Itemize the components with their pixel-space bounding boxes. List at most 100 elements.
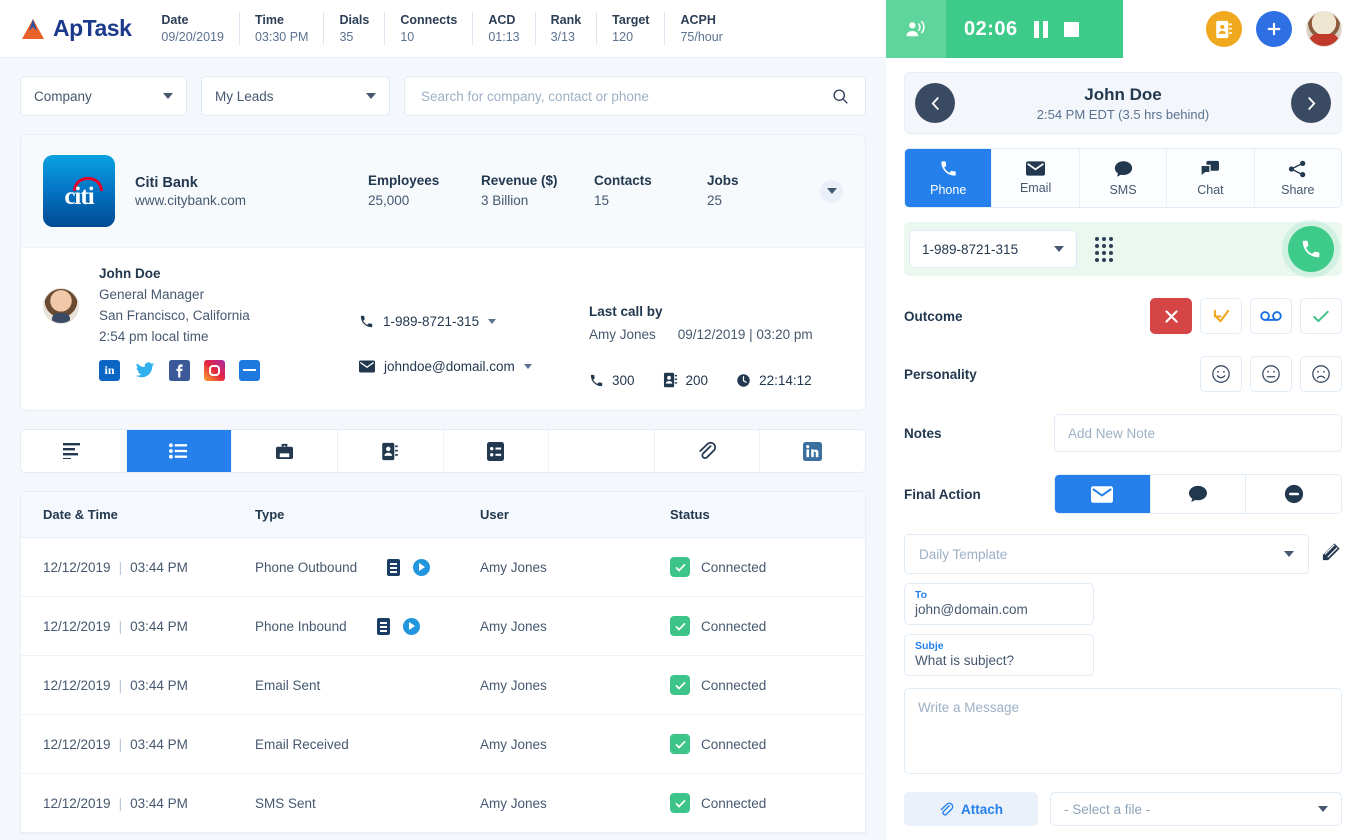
keypad-icon[interactable] [1095, 236, 1113, 262]
play-recording-icon[interactable] [413, 558, 431, 576]
add-button[interactable] [1256, 11, 1292, 47]
table-row[interactable]: 12/12/2019 | 03:44 PM Phone Outbound Amy… [21, 538, 865, 597]
cell-type: Phone Inbound [255, 617, 480, 635]
search-input[interactable]: Search for company, contact or phone [404, 76, 866, 116]
align-left-icon [63, 443, 81, 459]
outcome-connected-button[interactable] [1300, 298, 1342, 334]
tab-blank[interactable] [549, 430, 655, 472]
personality-happy-button[interactable] [1200, 356, 1242, 392]
contact-name: John Doe [99, 266, 161, 281]
tab-jobs[interactable] [232, 430, 338, 472]
facebook-icon[interactable] [169, 360, 190, 381]
stat-acd: ACD 01:13 [472, 11, 534, 46]
contact-book-icon [663, 372, 677, 388]
expand-company-button[interactable] [820, 179, 843, 203]
calls-count: 300 [612, 372, 635, 388]
notes-input[interactable]: Add New Note [1054, 414, 1342, 452]
dial-number-select[interactable]: 1-989-8721-315 [909, 230, 1077, 268]
cell-datetime: 12/12/2019 | 03:44 PM [43, 618, 188, 634]
company-select-value: Company [34, 88, 92, 104]
compose-edit-button[interactable] [1321, 541, 1342, 567]
pause-icon[interactable] [1033, 20, 1048, 38]
twitter-icon[interactable] [134, 360, 155, 381]
subject-field[interactable]: Subje What is subject? [904, 634, 1094, 676]
outcome-no-answer-button[interactable] [1150, 298, 1192, 334]
stat-value: 3/13 [550, 29, 575, 44]
transcript-document-icon[interactable] [376, 617, 390, 635]
attach-button[interactable]: Attach [904, 792, 1038, 826]
start-call-button[interactable] [1288, 226, 1334, 272]
stop-icon[interactable] [1063, 21, 1079, 37]
brand-logo[interactable]: ApTask [20, 15, 132, 42]
user-avatar[interactable] [1306, 11, 1342, 47]
cell-datetime: 12/12/2019 | 03:44 PM [43, 559, 188, 575]
cell-type-label: Phone Outbound [255, 559, 358, 575]
company-select[interactable]: Company [20, 76, 187, 116]
tab-attachments[interactable] [655, 430, 761, 472]
stat-target: Target 120 [596, 11, 664, 46]
message-textarea[interactable]: Write a Message [904, 688, 1342, 774]
personality-options [1200, 356, 1342, 392]
transcript-document-icon[interactable] [387, 558, 401, 576]
job-board-icon[interactable] [239, 360, 260, 381]
to-field[interactable]: To john@domain.com [904, 583, 1094, 625]
cell-user: Amy Jones [480, 736, 547, 752]
contact-email-row[interactable]: johndoe@domail.com [359, 359, 589, 374]
personality-sad-button[interactable] [1300, 356, 1342, 392]
stat-label: Date [161, 12, 189, 27]
contact-nav-bar: John Doe 2:54 PM EDT (3.5 hrs behind) [904, 72, 1342, 134]
company-website[interactable]: www.citybank.com [135, 193, 368, 208]
contact-channels: 1-989-8721-315 johndoe@domail.com [359, 266, 589, 388]
cell-type: Email Sent [255, 678, 480, 693]
tab-phone[interactable]: Phone [905, 149, 993, 207]
tab-linkedin[interactable] [760, 430, 865, 472]
paperclip-icon [940, 802, 954, 815]
contact-book-button[interactable] [1206, 11, 1242, 47]
table-row[interactable]: 12/12/2019 | 03:44 PM Email Sent Amy Jon… [21, 656, 865, 715]
final-action-label: Final Action [904, 486, 981, 502]
stat-value: 01:13 [488, 29, 520, 44]
prev-contact-button[interactable] [915, 83, 955, 123]
final-action-sms-button[interactable] [1150, 475, 1247, 513]
leads-select[interactable]: My Leads [201, 76, 390, 116]
tab-sms[interactable]: SMS [1079, 149, 1168, 207]
contact-nav-identity: John Doe 2:54 PM EDT (3.5 hrs behind) [955, 85, 1291, 122]
metric-value: 25 [707, 193, 723, 208]
to-field-label: To [915, 589, 928, 601]
stat-value: 120 [612, 29, 634, 44]
last-call-time: 09/12/2019 | 03:20 pm [677, 327, 813, 342]
instagram-icon[interactable] [204, 360, 225, 381]
tab-chat[interactable]: Chat [1167, 149, 1255, 207]
stat-dials: Dials 35 [323, 11, 384, 46]
contact-identity: John Doe General Manager San Francisco, … [99, 266, 359, 388]
file-select[interactable]: - Select a file - [1050, 792, 1342, 826]
outcome-callback-button[interactable] [1200, 298, 1242, 334]
cell-date: 12/12/2019 [43, 559, 111, 575]
outcome-voicemail-button[interactable] [1250, 298, 1292, 334]
table-row[interactable]: 12/12/2019 | 03:44 PM Email Received Amy… [21, 715, 865, 774]
company-contact-card: citi Citi Bank www.citybank.com Employee… [20, 134, 866, 411]
cell-time: 03:44 PM [130, 559, 188, 575]
tab-share[interactable]: Share [1254, 149, 1341, 207]
no-answer-x-icon [1164, 309, 1178, 323]
final-action-none-button[interactable] [1246, 475, 1341, 513]
table-row[interactable]: 12/12/2019 | 03:44 PM SMS Sent Amy Jones… [21, 774, 865, 833]
cell-status: Connected [670, 675, 843, 695]
tab-notes[interactable] [444, 430, 550, 472]
play-recording-icon[interactable] [402, 617, 420, 635]
metric-label: Revenue ($) [481, 172, 558, 188]
tab-contacts[interactable] [338, 430, 444, 472]
broadcast-button[interactable] [886, 0, 946, 58]
template-select[interactable]: Daily Template [904, 534, 1309, 574]
next-contact-button[interactable] [1291, 83, 1331, 123]
personality-neutral-button[interactable] [1250, 356, 1292, 392]
table-row[interactable]: 12/12/2019 | 03:44 PM Phone Inbound Amy … [21, 597, 865, 656]
tab-activity[interactable] [126, 430, 233, 472]
contact-phone-value: 1-989-8721-315 [383, 314, 480, 329]
linkedin-icon[interactable]: in [99, 360, 120, 381]
active-call-bar: 02:06 [886, 0, 1360, 58]
contact-phone-row[interactable]: 1-989-8721-315 [359, 314, 589, 329]
tab-email[interactable]: Email [992, 149, 1080, 207]
final-action-email-button[interactable] [1055, 475, 1151, 513]
tab-summary[interactable] [21, 430, 127, 472]
